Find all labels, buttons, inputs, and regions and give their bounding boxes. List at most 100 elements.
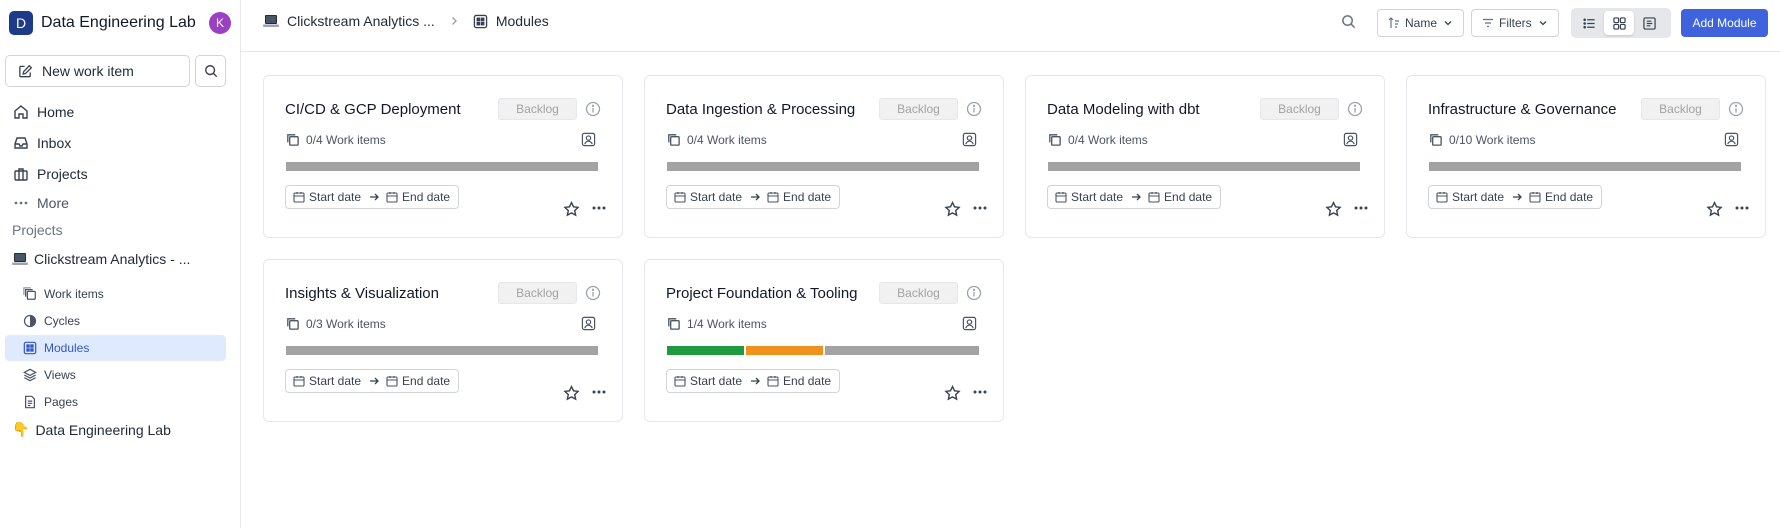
more-options-icon[interactable] bbox=[592, 205, 606, 211]
new-work-item-label: New work item bbox=[42, 63, 134, 79]
search-icon[interactable] bbox=[1341, 14, 1356, 29]
arrow-right-icon bbox=[1513, 193, 1522, 201]
work-items-label: 0/3 Work items bbox=[306, 316, 386, 331]
start-date-label: Start date bbox=[1071, 190, 1124, 204]
status-badge[interactable]: Backlog bbox=[1260, 98, 1339, 120]
status-badge[interactable]: Backlog bbox=[1641, 98, 1720, 120]
layers-icon bbox=[668, 318, 680, 330]
more-options-icon[interactable] bbox=[1354, 205, 1368, 211]
module-card[interactable]: Data Ingestion & Processing Backlog 0/4 Wo… bbox=[644, 75, 1004, 238]
info-icon[interactable] bbox=[966, 101, 982, 117]
more-options-icon[interactable] bbox=[592, 389, 606, 395]
lead-user-icon[interactable] bbox=[1343, 132, 1358, 147]
status-badge[interactable]: Backlog bbox=[879, 98, 958, 120]
sidebar-item-modules[interactable]: Modules bbox=[5, 335, 226, 361]
module-title[interactable]: Data Modeling with dbt bbox=[1047, 101, 1200, 118]
star-icon[interactable] bbox=[563, 385, 580, 402]
more-options-icon[interactable] bbox=[973, 205, 987, 211]
add-module-button[interactable]: Add Module bbox=[1681, 9, 1768, 37]
info-icon[interactable] bbox=[585, 101, 601, 117]
sidebar-item-home[interactable]: Home bbox=[0, 98, 241, 126]
module-title[interactable]: Insights & Visualization bbox=[285, 285, 439, 302]
sidebar-item-cycles[interactable]: Cycles bbox=[5, 308, 226, 334]
date-range-button[interactable]: Start date End date bbox=[285, 185, 460, 209]
date-range-button[interactable]: Start date End date bbox=[285, 369, 460, 393]
star-icon[interactable] bbox=[944, 385, 961, 402]
projects-section-title[interactable]: Projects bbox=[12, 222, 63, 238]
arrow-right-icon bbox=[1132, 193, 1141, 201]
star-icon[interactable] bbox=[1325, 201, 1342, 218]
grid-view-button[interactable] bbox=[1604, 11, 1634, 35]
star-icon[interactable] bbox=[1706, 201, 1723, 218]
star-icon[interactable] bbox=[563, 201, 580, 218]
layout-switcher bbox=[1571, 8, 1671, 38]
module-card[interactable]: Infrastructure & Governance Backlog 0/10 W… bbox=[1406, 75, 1766, 238]
sidebar-item-work-items[interactable]: Work items bbox=[5, 281, 226, 307]
more-options-icon[interactable] bbox=[1735, 205, 1749, 211]
breadcrumb: Clickstream Analytics ... Modules bbox=[263, 13, 549, 29]
sidebar-search-button[interactable] bbox=[195, 55, 226, 87]
module-card[interactable]: Data Modeling with dbt Backlog 0/4 Work it… bbox=[1025, 75, 1385, 238]
date-range-button[interactable]: Start date End date bbox=[666, 369, 841, 393]
lead-user-icon[interactable] bbox=[1724, 132, 1739, 147]
module-card[interactable]: Project Foundation & Tooling Backlog 1/4 W… bbox=[644, 259, 1004, 422]
breadcrumb-project[interactable]: Clickstream Analytics ... bbox=[287, 13, 435, 29]
work-items-count: 0/3 Work items bbox=[285, 316, 386, 331]
sort-dropdown[interactable]: Name bbox=[1377, 9, 1465, 37]
sidebar-item-label: Work items bbox=[44, 287, 104, 301]
sidebar-item-projects[interactable]: Projects bbox=[0, 160, 241, 188]
date-range-button[interactable]: Start date End date bbox=[1428, 185, 1603, 209]
start-date-label: Start date bbox=[309, 190, 362, 204]
work-items-label: 1/4 Work items bbox=[687, 316, 767, 331]
sidebar-item-views[interactable]: Views bbox=[5, 362, 226, 388]
filters-dropdown[interactable]: Filters bbox=[1471, 9, 1559, 37]
module-title[interactable]: Project Foundation & Tooling bbox=[666, 285, 858, 302]
date-range-button[interactable]: Start date End date bbox=[666, 185, 841, 209]
info-icon[interactable] bbox=[1347, 101, 1363, 117]
module-title[interactable]: Infrastructure & Governance bbox=[1428, 101, 1616, 118]
sidebar-item-inbox[interactable]: Inbox bbox=[0, 129, 241, 157]
calendar-icon bbox=[1529, 192, 1541, 203]
sidebar-project-clickstream[interactable]: Clickstream Analytics - ... bbox=[12, 251, 190, 267]
layers-icon bbox=[287, 134, 299, 146]
gantt-view-button[interactable] bbox=[1634, 11, 1664, 35]
lead-user-icon[interactable] bbox=[581, 316, 596, 331]
date-range-button[interactable]: Start date End date bbox=[1047, 185, 1222, 209]
info-icon[interactable] bbox=[966, 285, 982, 301]
arrow-right-icon bbox=[751, 377, 760, 385]
sidebar-project-data-engineering-lab[interactable]: 👇 Data Engineering Lab bbox=[12, 421, 171, 438]
lead-user-icon[interactable] bbox=[962, 132, 977, 147]
sidebar-item-pages[interactable]: Pages bbox=[5, 389, 226, 415]
calendar-icon bbox=[386, 192, 398, 203]
module-card[interactable]: Insights & Visualization Backlog 0/3 Work … bbox=[263, 259, 623, 422]
module-title[interactable]: Data Ingestion & Processing bbox=[666, 101, 855, 118]
user-avatar[interactable]: K bbox=[209, 12, 231, 34]
info-icon[interactable] bbox=[1728, 101, 1744, 117]
status-badge[interactable]: Backlog bbox=[498, 282, 577, 304]
calendar-icon bbox=[293, 376, 305, 387]
edit-icon bbox=[19, 64, 33, 77]
start-date-label: Start date bbox=[690, 190, 743, 204]
status-badge[interactable]: Backlog bbox=[879, 282, 958, 304]
end-date-label: End date bbox=[783, 374, 832, 388]
info-icon[interactable] bbox=[585, 285, 601, 301]
progress-segment-pending bbox=[1048, 162, 1360, 171]
list-view-button[interactable] bbox=[1574, 11, 1604, 35]
work-items-count: 0/4 Work items bbox=[1047, 132, 1148, 147]
module-title[interactable]: CI/CD & GCP Deployment bbox=[285, 101, 461, 118]
module-card[interactable]: CI/CD & GCP Deployment Backlog 0/4 Work it… bbox=[263, 75, 623, 238]
workspace-logo: D bbox=[9, 11, 33, 35]
calendar-icon bbox=[767, 376, 779, 387]
new-work-item-button[interactable]: New work item bbox=[5, 55, 190, 87]
workspace-switcher[interactable]: D Data Engineering Lab K bbox=[9, 10, 231, 36]
sidebar-item-label: Projects bbox=[37, 166, 88, 182]
layers-icon bbox=[1049, 134, 1061, 146]
status-badge[interactable]: Backlog bbox=[498, 98, 577, 120]
lead-user-icon[interactable] bbox=[962, 316, 977, 331]
sidebar-item-more[interactable]: More bbox=[0, 189, 241, 217]
star-icon[interactable] bbox=[944, 201, 961, 218]
more-options-icon[interactable] bbox=[973, 389, 987, 395]
lead-user-icon[interactable] bbox=[581, 132, 596, 147]
breadcrumb-page[interactable]: Modules bbox=[496, 13, 549, 29]
calendar-icon bbox=[293, 192, 305, 203]
